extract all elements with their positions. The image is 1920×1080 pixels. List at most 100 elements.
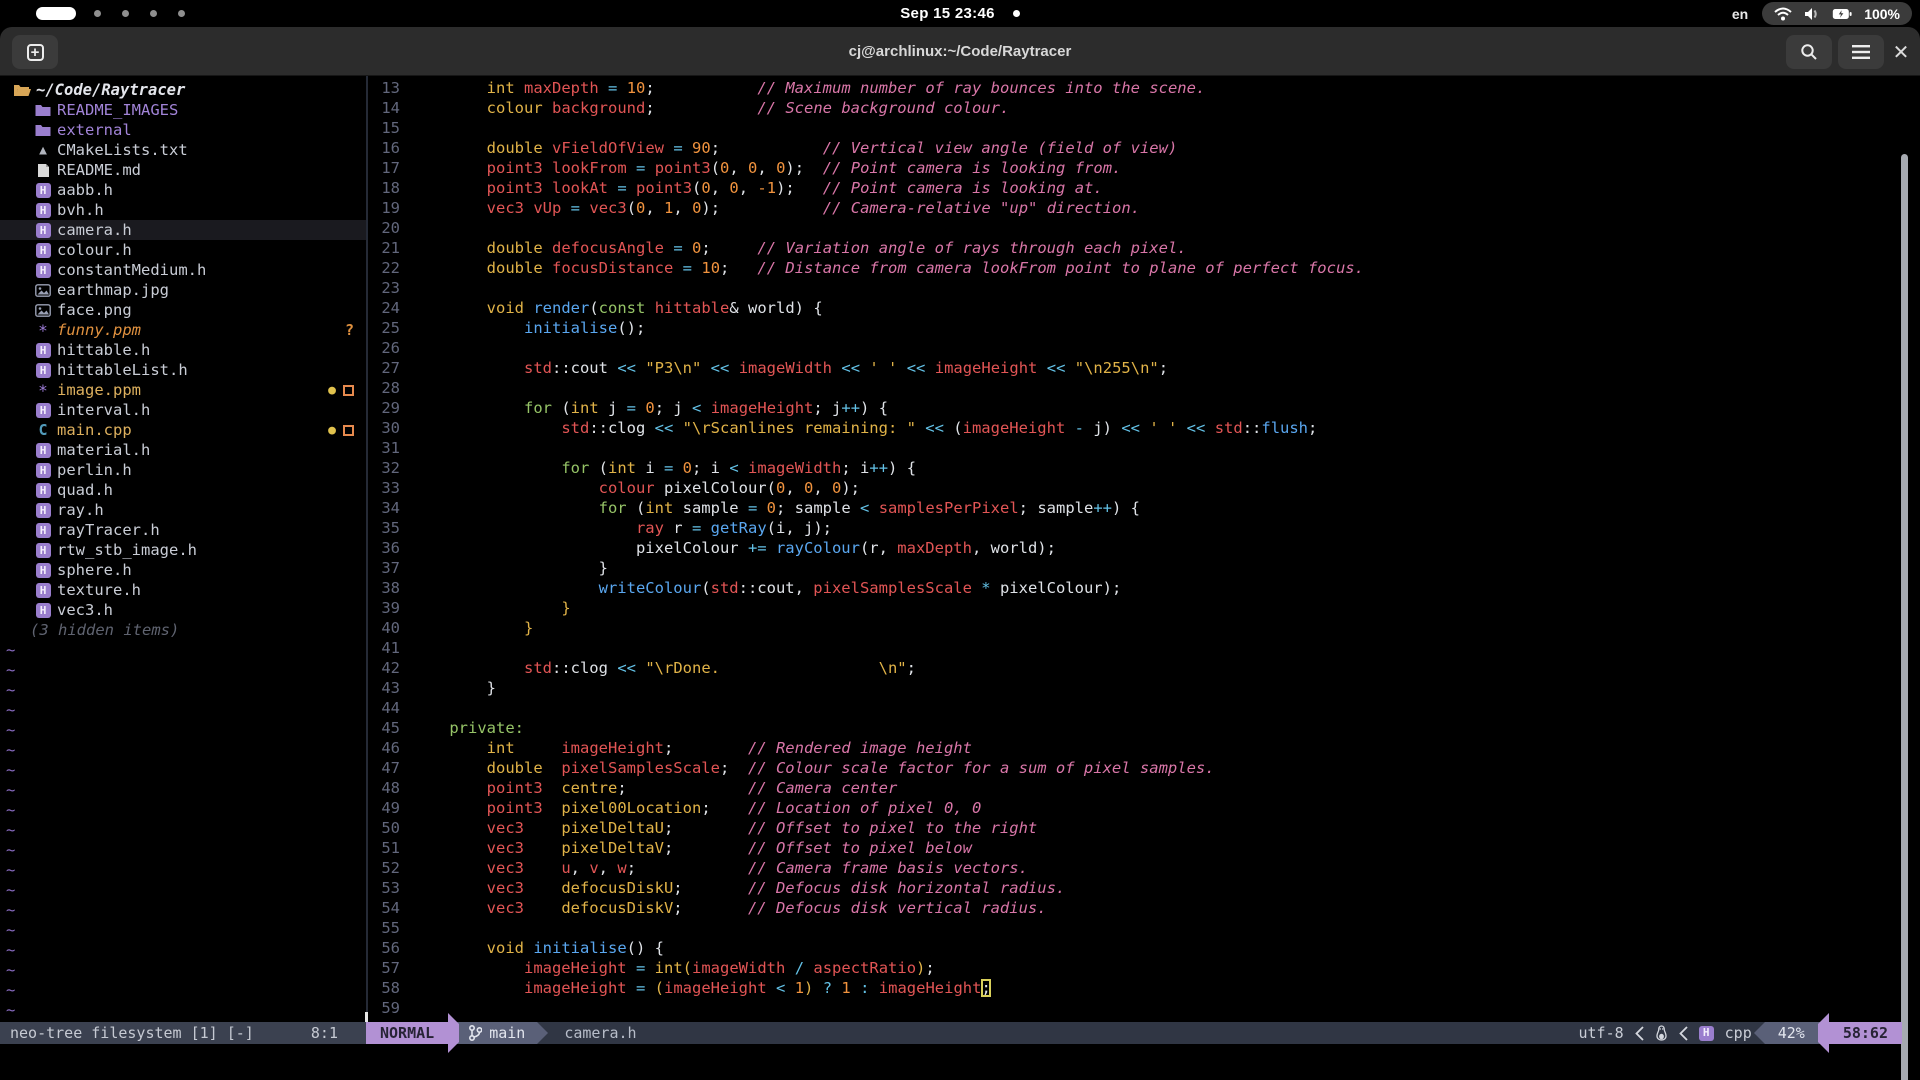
line-number: 14 [370, 98, 400, 118]
code-text: initialise(); [412, 318, 645, 338]
code-line-15[interactable]: 15 [370, 118, 412, 138]
tree-item-hittable.h[interactable]: Hhittable.h [0, 340, 366, 360]
tree-item-image.ppm[interactable]: *image.ppm● [0, 380, 366, 400]
code-line-36[interactable]: 36 pixelColour += rayColour(r, maxDepth,… [370, 538, 1056, 558]
tree-item-hittablelist.h[interactable]: HhittableList.h [0, 360, 366, 380]
code-line-48[interactable]: 48 point3 centre; // Camera center [370, 778, 897, 798]
tree-item-main.cpp[interactable]: Cmain.cpp● [0, 420, 366, 440]
tree-item-texture.h[interactable]: Htexture.h [0, 580, 366, 600]
code-line-44[interactable]: 44 [370, 698, 412, 718]
code-line-33[interactable]: 33 colour pixelColour(0, 0, 0); [370, 478, 860, 498]
code-line-23[interactable]: 23 [370, 278, 412, 298]
tree-item-raytracer.h[interactable]: HrayTracer.h [0, 520, 366, 540]
code-line-55[interactable]: 55 [370, 918, 412, 938]
code-line-24[interactable]: 24 void render(const hittable& world) { [370, 298, 823, 318]
tree-item-colour.h[interactable]: Hcolour.h [0, 240, 366, 260]
tree-item--3-hidden-items-[interactable]: (3 hidden items) [0, 620, 366, 640]
tree-item-sphere.h[interactable]: Hsphere.h [0, 560, 366, 580]
code-line-45[interactable]: 45 private: [370, 718, 524, 738]
tree-item-external[interactable]: external [0, 120, 366, 140]
code-line-14[interactable]: 14 colour background; // Scene backgroun… [370, 98, 1009, 118]
close-window-button[interactable]: ✕ [1886, 35, 1916, 69]
tree-item-label: quad.h [57, 481, 113, 499]
tree-item-funny.ppm[interactable]: *funny.ppm? [0, 320, 366, 340]
line-number: 42 [370, 658, 400, 678]
code-line-18[interactable]: 18 point3 lookAt = point3(0, 0, -1); // … [370, 178, 1103, 198]
code-line-22[interactable]: 22 double focusDistance = 10; // Distanc… [370, 258, 1364, 278]
code-line-29[interactable]: 29 for (int j = 0; j < imageHeight; j++)… [370, 398, 888, 418]
code-line-35[interactable]: 35 ray r = getRay(i, j); [370, 518, 832, 538]
code-line-47[interactable]: 47 double pixelSamplesScale; // Colour s… [370, 758, 1215, 778]
search-button[interactable] [1786, 35, 1832, 69]
code-line-17[interactable]: 17 point3 lookFrom = point3(0, 0, 0); //… [370, 158, 1121, 178]
code-line-51[interactable]: 51 vec3 pixelDeltaV; // Offset to pixel … [370, 838, 972, 858]
code-line-52[interactable]: 52 vec3 u, v, w; // Camera frame basis v… [370, 858, 1028, 878]
code-line-39[interactable]: 39 } [370, 598, 571, 618]
code-line-59[interactable]: 59 [370, 998, 412, 1018]
tree-item-interval.h[interactable]: Hinterval.h [0, 400, 366, 420]
tree-item-perlin.h[interactable]: Hperlin.h [0, 460, 366, 480]
code-line-49[interactable]: 49 point3 pixel00Location; // Location o… [370, 798, 981, 818]
volume-icon [1804, 7, 1820, 21]
header-file-icon: H [36, 203, 51, 218]
code-line-34[interactable]: 34 for (int sample = 0; sample < samples… [370, 498, 1140, 518]
code-line-13[interactable]: 13 int maxDepth = 10; // Maximum number … [370, 78, 1205, 98]
code-line-20[interactable]: 20 [370, 218, 412, 238]
code-line-56[interactable]: 56 void initialise() { [370, 938, 664, 958]
clock-area[interactable]: Sep 15 23:46 [0, 0, 1920, 27]
tree-item-aabb.h[interactable]: Haabb.h [0, 180, 366, 200]
code-line-27[interactable]: 27 std::cout << "P3\n" << imageWidth << … [370, 358, 1168, 378]
code-line-53[interactable]: 53 vec3 defocusDiskU; // Defocus disk ho… [370, 878, 1065, 898]
tree-item-readme-images[interactable]: README_IMAGES [0, 100, 366, 120]
code-line-32[interactable]: 32 for (int i = 0; i < imageWidth; i++) … [370, 458, 916, 478]
tree-item-material.h[interactable]: Hmaterial.h [0, 440, 366, 460]
cpp-file-icon: C [38, 421, 47, 439]
code-line-25[interactable]: 25 initialise(); [370, 318, 645, 338]
tree-item-vec3.h[interactable]: Hvec3.h [0, 600, 366, 620]
code-line-46[interactable]: 46 int imageHeight; // Rendered image he… [370, 738, 972, 758]
code-line-58[interactable]: 58 imageHeight = (imageHeight < 1) ? 1 :… [370, 978, 991, 998]
tree-item-constantmedium.h[interactable]: HconstantMedium.h [0, 260, 366, 280]
code-line-30[interactable]: 30 std::clog << "\rScanlines remaining: … [370, 418, 1317, 438]
code-line-43[interactable]: 43 } [370, 678, 496, 698]
scrollbar[interactable] [1901, 154, 1908, 1080]
code-line-28[interactable]: 28 [370, 378, 412, 398]
code-line-41[interactable]: 41 [370, 638, 412, 658]
system-tray[interactable]: en 100% [1732, 2, 1912, 25]
line-number: 18 [370, 178, 400, 198]
code-line-38[interactable]: 38 writeColour(std::cout, pixelSamplesSc… [370, 578, 1121, 598]
code-line-40[interactable]: 40 } [370, 618, 533, 638]
code-line-19[interactable]: 19 vec3 vUp = vec3(0, 1, 0); // Camera-r… [370, 198, 1140, 218]
code-line-21[interactable]: 21 double defocusAngle = 0; // Variation… [370, 238, 1187, 258]
code-line-42[interactable]: 42 std::clog << "\rDone. \n"; [370, 658, 916, 678]
battery-percentage: 100% [1864, 6, 1900, 22]
code-line-37[interactable]: 37 } [370, 558, 608, 578]
tree-item-cmakelists.txt[interactable]: ▲CMakeLists.txt [0, 140, 366, 160]
code-line-50[interactable]: 50 vec3 pixelDeltaU; // Offset to pixel … [370, 818, 1037, 838]
empty-line-tilde: ~ [6, 1000, 26, 1020]
clock[interactable]: Sep 15 23:46 [900, 5, 995, 22]
tree-item-ray.h[interactable]: Hray.h [0, 500, 366, 520]
code-line-16[interactable]: 16 double vFieldOfView = 90; // Vertical… [370, 138, 1177, 158]
menu-button[interactable] [1838, 35, 1884, 69]
line-number: 53 [370, 878, 400, 898]
tree-item-label: CMakeLists.txt [57, 141, 188, 159]
input-language-indicator[interactable]: en [1732, 6, 1748, 22]
tree-item-face.png[interactable]: face.png [0, 300, 366, 320]
file-tree[interactable]: ~/Code/RaytracerREADME_IMAGESexternal▲CM… [0, 76, 366, 1022]
code-line-31[interactable]: 31 [370, 438, 412, 458]
tree-item-readme.md[interactable]: README.md [0, 160, 366, 180]
code-line-54[interactable]: 54 vec3 defocusDiskV; // Defocus disk ve… [370, 898, 1047, 918]
line-number: 40 [370, 618, 400, 638]
tree-item-camera.h[interactable]: Hcamera.h [0, 220, 366, 240]
tree-item-bvh.h[interactable]: Hbvh.h [0, 200, 366, 220]
tree-item-rtw-stb-image.h[interactable]: Hrtw_stb_image.h [0, 540, 366, 560]
code-text: imageHeight = (imageHeight < 1) ? 1 : im… [412, 978, 991, 998]
tree-item-earthmap.jpg[interactable]: earthmap.jpg [0, 280, 366, 300]
code-line-26[interactable]: 26 [370, 338, 412, 358]
tree-item-quad.h[interactable]: Hquad.h [0, 480, 366, 500]
code-line-57[interactable]: 57 imageHeight = int(imageWidth / aspect… [370, 958, 935, 978]
tree-item--code-raytracer[interactable]: ~/Code/Raytracer [0, 80, 366, 100]
quick-settings-pill[interactable]: 100% [1762, 2, 1912, 25]
code-editor[interactable]: 13 int maxDepth = 10; // Maximum number … [370, 76, 1900, 1022]
